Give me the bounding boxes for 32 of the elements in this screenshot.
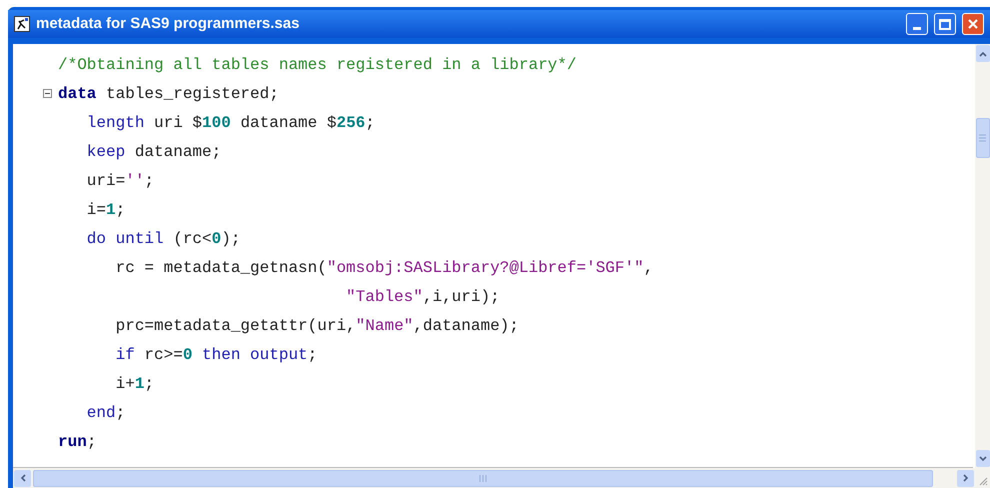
code-line: uri=''; [86, 170, 154, 192]
scroll-down-button[interactable] [976, 450, 990, 467]
resize-grip-icon[interactable] [978, 476, 988, 486]
code-line: /*Obtaining all tables names registered in a library*/ [58, 54, 576, 76]
code-line: if rc>=0 then output; [114, 344, 318, 366]
horizontal-scrollbar[interactable] [13, 468, 975, 488]
code-line: end; [86, 402, 126, 424]
program-icon [14, 16, 30, 32]
scroll-up-button[interactable] [976, 45, 990, 62]
grip-icon [479, 474, 487, 482]
grip-icon [979, 134, 986, 142]
scroll-left-button[interactable] [14, 470, 31, 486]
code-line: "Tables",i,uri); [345, 286, 500, 308]
code-line: i=1; [86, 200, 126, 220]
window-title: metadata for SAS9 programmers.sas [36, 14, 300, 34]
scroll-thumb[interactable] [976, 118, 990, 158]
scroll-thumb[interactable] [33, 470, 933, 486]
code-line: keep dataname; [86, 142, 222, 162]
code-line: data tables_registered; [58, 84, 279, 104]
code-line: length uri $100 dataname $256; [86, 112, 375, 134]
close-icon [967, 18, 979, 30]
collapse-icon[interactable] [43, 89, 52, 98]
code-line: run; [58, 432, 96, 452]
scroll-right-button[interactable] [957, 470, 974, 486]
maximize-button[interactable] [934, 13, 956, 35]
close-button[interactable] [962, 13, 984, 35]
code-line: do until (rc<0); [86, 228, 240, 250]
code-line: rc = metadata_getnasn("omsobj:SASLibrary?@Libref='SGF'", [114, 258, 654, 278]
minimize-button[interactable] [906, 13, 928, 35]
vertical-scrollbar[interactable] [975, 44, 990, 468]
code-line: i+1; [114, 374, 154, 394]
code-line: prc=metadata_getattr(uri,"Name",dataname); [114, 316, 519, 336]
